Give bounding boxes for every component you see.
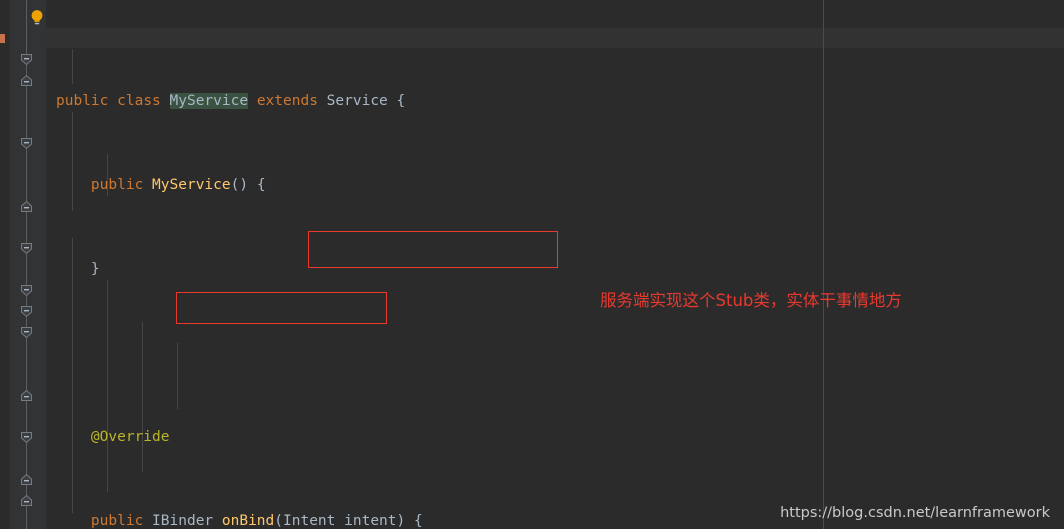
blog-watermark: https://blog.csdn.net/learnframework — [780, 505, 1050, 521]
lightbulb-intention-icon[interactable] — [29, 9, 45, 26]
fold-minus-icon[interactable] — [20, 431, 33, 444]
fold-minus-icon[interactable] — [20, 326, 33, 339]
editor-gutter[interactable] — [0, 0, 46, 529]
code-line[interactable] — [46, 343, 1064, 364]
warning-stripe-marker[interactable] — [0, 34, 5, 43]
code-editor-screenshot: public class MyService extends Service {… — [0, 0, 1064, 529]
code-line[interactable]: public class MyService extends Service { — [46, 91, 1064, 112]
fold-end-icon[interactable] — [20, 74, 33, 87]
fold-end-icon[interactable] — [20, 473, 33, 486]
fold-minus-icon[interactable] — [20, 305, 33, 318]
code-line[interactable]: } — [46, 259, 1064, 280]
annotation-note-text: 服务端实现这个Stub类，实体干事情地方 — [600, 291, 902, 310]
code-line[interactable]: public MyService() { — [46, 175, 1064, 196]
fold-minus-icon[interactable] — [20, 53, 33, 66]
fold-minus-icon[interactable] — [20, 137, 33, 150]
fold-end-icon[interactable] — [20, 200, 33, 213]
fold-end-icon[interactable] — [20, 494, 33, 507]
editor-text-area[interactable]: public class MyService extends Service {… — [46, 0, 1064, 529]
source-code-block[interactable]: public class MyService extends Service {… — [46, 28, 1064, 529]
gutter-annotation-strip — [0, 0, 10, 529]
fold-minus-icon[interactable] — [20, 242, 33, 255]
code-line[interactable]: @Override — [46, 427, 1064, 448]
fold-minus-icon[interactable] — [20, 284, 33, 297]
fold-end-icon[interactable] — [20, 389, 33, 402]
